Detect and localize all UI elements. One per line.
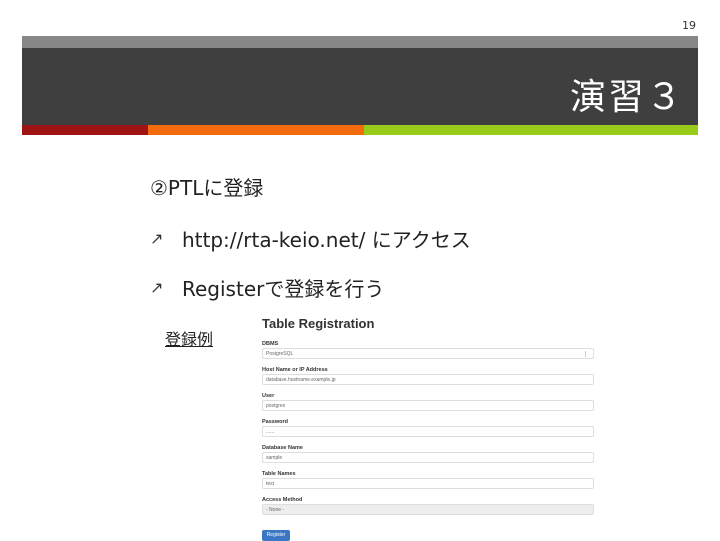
password-input[interactable]: ...... (262, 426, 594, 437)
title-band: 演習３ (22, 48, 698, 125)
accent-bar-orange (148, 125, 364, 135)
top-bar (22, 36, 698, 48)
field-label-user: User (262, 393, 275, 399)
arrow-bullet-icon: ↗ (150, 229, 164, 248)
field-label-dbms: DBMS (262, 341, 279, 347)
slide-title: 演習３ (569, 77, 684, 118)
arrow-bullet-icon: ↗ (150, 278, 164, 297)
section-heading: ②PTLに登録 (150, 176, 264, 200)
field-label-password: Password (262, 419, 288, 425)
field-label-host: Host Name or IP Address (262, 367, 328, 373)
dbms-select[interactable]: PostgreSQL (262, 348, 594, 359)
form-title: Table Registration (262, 316, 375, 331)
field-label-access-method: Access Method (262, 497, 303, 503)
bullet-text: http://rta-keio.net/ にアクセス (182, 228, 471, 252)
registration-form-screenshot: Table Registration DBMS PostgreSQL Host … (262, 314, 598, 541)
tables-input[interactable]: test (262, 478, 594, 489)
register-button[interactable]: Register (262, 530, 290, 541)
bullet-item: ↗ Registerで登録を行う (150, 273, 384, 302)
field-label-database: Database Name (262, 445, 303, 451)
user-input[interactable]: postgres (262, 400, 594, 411)
bullet-text: Registerで登録を行う (182, 277, 385, 301)
host-input[interactable]: database.hostname.example.jp (262, 374, 594, 385)
accent-bar-red (22, 125, 148, 135)
database-input[interactable]: sample (262, 452, 594, 463)
access-method-select[interactable]: - None - (262, 504, 594, 515)
example-label: 登録例 (165, 330, 214, 349)
field-label-tables: Table Names (262, 471, 296, 477)
bullet-item: ↗ http://rta-keio.net/ にアクセス (150, 224, 471, 253)
accent-bar-green (364, 125, 698, 135)
page-number: 19 (682, 19, 696, 32)
